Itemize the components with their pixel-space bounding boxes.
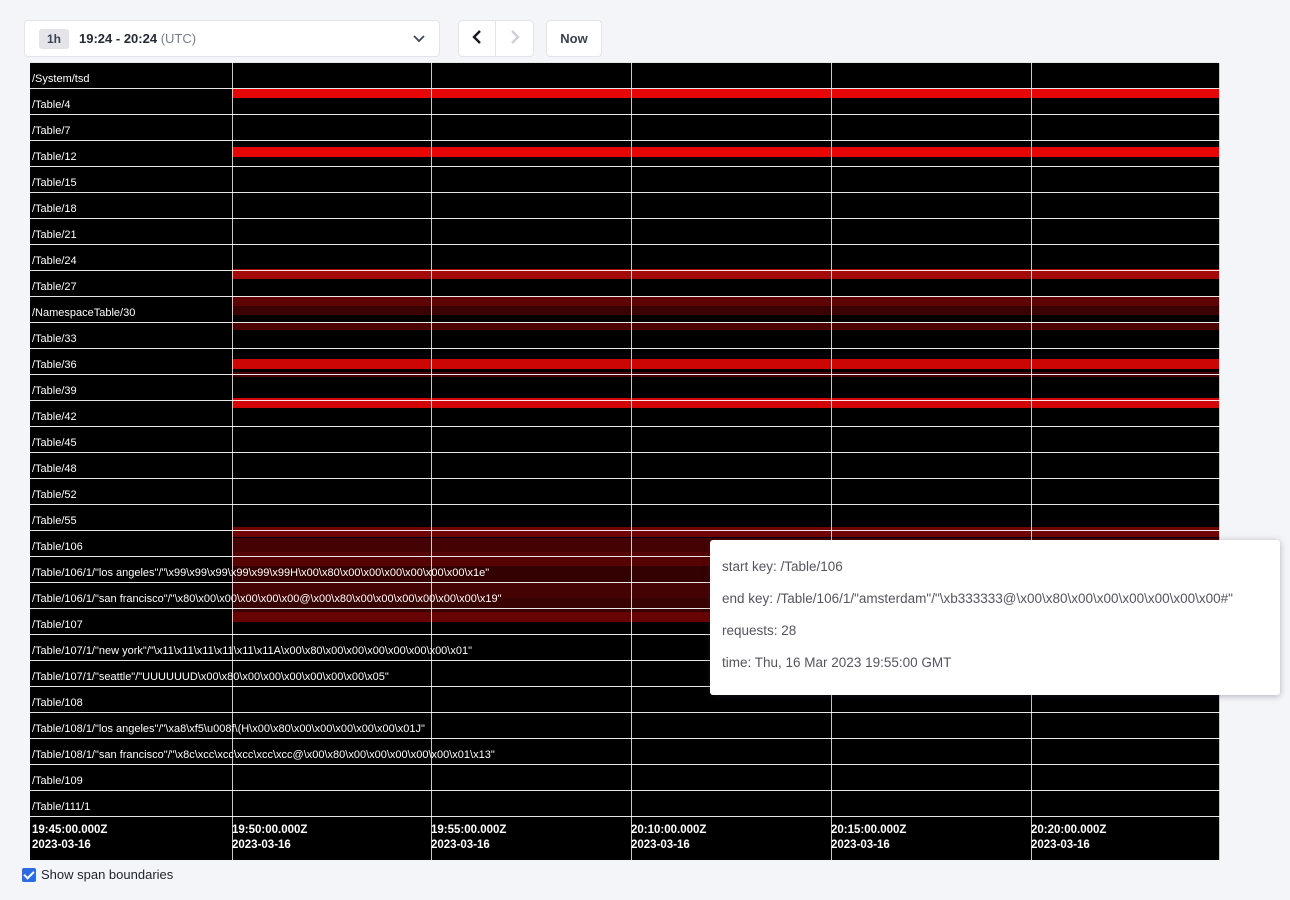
time-range-value: 19:24 - 20:24 xyxy=(79,31,157,46)
heatmap-row: /Table/18 xyxy=(30,193,1220,219)
chevron-left-icon xyxy=(472,30,482,47)
heatmap-row: /Table/12 xyxy=(30,141,1220,167)
heatmap-row-label: /Table/39 xyxy=(32,385,77,397)
heatmap-row-label: /Table/45 xyxy=(32,437,77,449)
time-axis-tick: 20:20:00.000Z2023-03-16 xyxy=(1031,823,1106,853)
heatmap-row: /System/tsd xyxy=(30,63,1220,89)
chevron-right-icon xyxy=(510,30,520,47)
heatmap-row: /Table/108/1/"san francisco"/"\x8c\xcc\x… xyxy=(30,739,1220,765)
hover-tooltip: start key: /Table/106 end key: /Table/10… xyxy=(710,540,1280,695)
time-axis-tick: 20:10:00.000Z2023-03-16 xyxy=(631,823,706,853)
heatmap-row-label: /Table/106/1/"san francisco"/"\x80\x00\x… xyxy=(32,593,502,605)
heatmap-row-label: /NamespaceTable/30 xyxy=(32,307,135,319)
key-visualizer-canvas[interactable]: /System/tsd/Table/4/Table/7/Table/12/Tab… xyxy=(30,62,1220,860)
heatmap-row-label: /Table/42 xyxy=(32,411,77,423)
heatmap-row-label: /Table/107/1/"new york"/"\x11\x11\x11\x1… xyxy=(32,645,472,657)
time-axis: 19:45:00.000Z2023-03-16 19:50:00.000Z2023… xyxy=(30,816,1220,860)
prev-range-button[interactable] xyxy=(458,20,496,57)
heatmap-row-label: /Table/106 xyxy=(32,541,83,553)
show-span-boundaries-checkbox[interactable] xyxy=(22,868,36,882)
show-span-boundaries-label: Show span boundaries xyxy=(41,867,173,882)
heatmap-row: /Table/45 xyxy=(30,427,1220,453)
heatmap-row-label: /Table/107 xyxy=(32,619,83,631)
heatmap-row-label: /System/tsd xyxy=(32,73,89,85)
heatmap-row: /Table/109 xyxy=(30,765,1220,791)
now-button[interactable]: Now xyxy=(546,20,602,57)
heatmap-row-label: /Table/108 xyxy=(32,697,83,709)
heatmap-row-label: /Table/24 xyxy=(32,255,77,267)
heatmap-row: /Table/33 xyxy=(30,323,1220,349)
time-range-text: 19:24 - 20:24 (UTC) xyxy=(79,31,196,46)
heatmap-row: /Table/36 xyxy=(30,349,1220,375)
footer: Show span boundaries xyxy=(22,867,173,882)
tooltip-requests: requests: 28 xyxy=(722,614,1268,646)
heatmap-row: /Table/27 xyxy=(30,271,1220,297)
chevron-down-icon xyxy=(413,35,425,43)
heatmap-row-label: /Table/18 xyxy=(32,203,77,215)
next-range-button[interactable] xyxy=(496,20,534,57)
toolbar: 1h 19:24 - 20:24 (UTC) Now xyxy=(24,20,602,57)
heatmap-row: /Table/48 xyxy=(30,453,1220,479)
heatmap-row-label: /Table/12 xyxy=(32,151,77,163)
heatmap-row: /Table/21 xyxy=(30,219,1220,245)
heatmap-row-label: /Table/48 xyxy=(32,463,77,475)
heatmap-row: /Table/24 xyxy=(30,245,1220,271)
heatmap-row-label: /Table/108/1/"san francisco"/"\x8c\xcc\x… xyxy=(32,749,495,761)
heatmap-row: /Table/108/1/"los angeles"/"\xa8\xf5\u00… xyxy=(30,713,1220,739)
heatmap-row: /Table/111/1 xyxy=(30,791,1220,817)
heatmap-row-label: /Table/111/1 xyxy=(32,801,90,813)
time-nav-group xyxy=(458,20,534,57)
tooltip-time: time: Thu, 16 Mar 2023 19:55:00 GMT xyxy=(722,646,1268,678)
heatmap-row-label: /Table/107/1/"seattle"/"UUUUUUD\x00\x80\… xyxy=(32,671,389,683)
time-axis-tick: 19:45:00.000Z2023-03-16 xyxy=(32,823,107,853)
heatmap-row-label: /Table/36 xyxy=(32,359,77,371)
heatmap-row: /Table/52 xyxy=(30,479,1220,505)
heatmap-row-label: /Table/4 xyxy=(32,99,71,111)
time-range-picker[interactable]: 1h 19:24 - 20:24 (UTC) xyxy=(24,20,440,57)
heatmap-row-label: /Table/108/1/"los angeles"/"\xa8\xf5\u00… xyxy=(32,723,425,735)
heatmap-row-label: /Table/7 xyxy=(32,125,71,137)
heatmap-row: /Table/15 xyxy=(30,167,1220,193)
heatmap-row: /Table/55 xyxy=(30,505,1220,531)
time-axis-tick: 19:55:00.000Z2023-03-16 xyxy=(431,823,506,853)
heatmap-row: /NamespaceTable/30 xyxy=(30,297,1220,323)
tooltip-end-key: end key: /Table/106/1/"amsterdam"/"\xb33… xyxy=(722,582,1268,614)
heatmap-row-label: /Table/27 xyxy=(32,281,77,293)
time-axis-tick: 20:15:00.000Z2023-03-16 xyxy=(831,823,906,853)
heatmap-row-label: /Table/52 xyxy=(32,489,77,501)
heatmap-rows-layer: /System/tsd/Table/4/Table/7/Table/12/Tab… xyxy=(30,62,1220,860)
heatmap-row: /Table/39 xyxy=(30,375,1220,401)
heatmap-row-label: /Table/106/1/"los angeles"/"\x99\x99\x99… xyxy=(32,567,489,579)
heatmap-row: /Table/42 xyxy=(30,401,1220,427)
heatmap-row-label: /Table/109 xyxy=(32,775,83,787)
heatmap-row-label: /Table/33 xyxy=(32,333,77,345)
heatmap-row-label: /Table/15 xyxy=(32,177,77,189)
time-axis-tick: 19:50:00.000Z2023-03-16 xyxy=(232,823,307,853)
heatmap-row-label: /Table/55 xyxy=(32,515,77,527)
tooltip-start-key: start key: /Table/106 xyxy=(722,550,1268,582)
time-range-preset-badge: 1h xyxy=(39,29,69,49)
heatmap-row: /Table/7 xyxy=(30,115,1220,141)
heatmap-row-label: /Table/21 xyxy=(32,229,77,241)
heatmap-row: /Table/4 xyxy=(30,89,1220,115)
time-range-timezone: (UTC) xyxy=(161,31,196,46)
